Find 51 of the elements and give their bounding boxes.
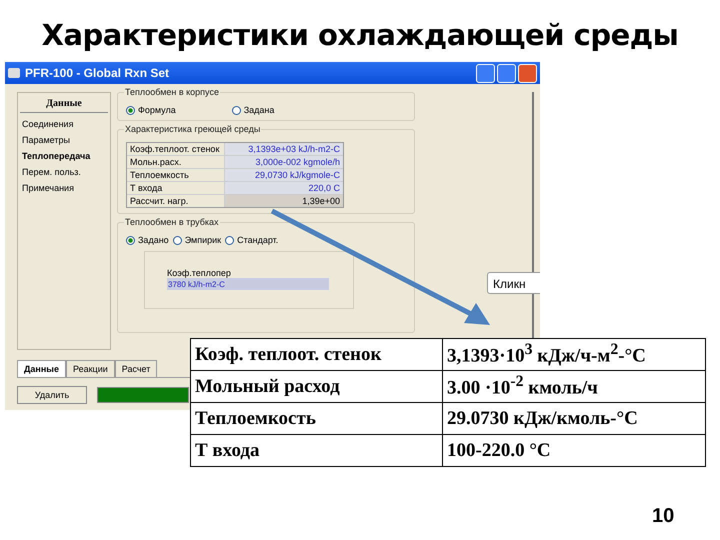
table-cell: 100-220.0 °С xyxy=(442,434,706,466)
app-icon xyxy=(8,68,20,78)
sidebar-item[interactable]: Перем. польз. xyxy=(20,164,108,180)
window-title: PFR-100 - Global Rxn Set xyxy=(25,66,170,80)
table-cell: 3.00 ·10$^{-2}$ кмоль/ч xyxy=(442,370,706,402)
input-field[interactable]: 3780 kJ/h-m2-C xyxy=(167,278,329,290)
sidebar-item[interactable]: Параметры xyxy=(20,132,108,148)
tab[interactable]: Расчет xyxy=(114,360,158,377)
sidebar-item[interactable]: Примечания xyxy=(20,180,108,196)
group-title: Характеристика греющей среды xyxy=(124,124,262,134)
radio-button[interactable] xyxy=(172,236,182,244)
table-cell: Теплоемкость xyxy=(190,402,442,434)
property-value: 1,39e+00 xyxy=(225,195,343,207)
radio-button[interactable] xyxy=(126,106,135,114)
maximize-button[interactable] xyxy=(497,64,516,82)
table-cell: Мольный расход xyxy=(190,370,442,402)
slide-title: Характеристики охлаждающей среды xyxy=(40,17,680,54)
property-label: Т входа xyxy=(127,182,224,194)
property-value[interactable]: 29,0730 kJ/kgmole-C xyxy=(225,169,343,181)
radio-button[interactable] xyxy=(232,106,241,114)
page-number: 10 xyxy=(652,505,674,528)
tab[interactable]: Данные xyxy=(17,360,66,377)
property-label: Теплоемкость xyxy=(127,169,224,181)
radio-label[interactable]: Формула xyxy=(138,105,176,115)
field-label: Коэф.теплопер xyxy=(167,268,232,278)
sidebar-heading: Данные xyxy=(20,95,108,113)
delete-button[interactable]: Удалить xyxy=(17,386,87,404)
property-value[interactable]: 3,1393e+03 kJ/h-m2-C xyxy=(225,143,343,155)
property-label: Рассчит. нагр. xyxy=(127,195,224,207)
property-label: Коэф.теплоот. стенок xyxy=(127,143,224,155)
table-cell: Т входа xyxy=(190,434,442,466)
sidebar-item[interactable]: Теплопередача xyxy=(20,148,108,164)
radio-label[interactable]: Задана xyxy=(244,105,274,115)
property-value[interactable]: 3,000e-002 kgmole/h xyxy=(225,156,343,168)
sidebar-item[interactable]: Соединения xyxy=(20,116,108,132)
radio-label[interactable]: Эмпирик xyxy=(184,235,222,245)
table-cell: 3,1393·10$^{3}$ кДж/ч-м$^{2}$-°С xyxy=(442,338,706,370)
table-cell: Коэф. теплоот. стенок xyxy=(190,338,442,370)
close-button[interactable] xyxy=(518,64,537,82)
tab[interactable]: Реакции xyxy=(66,360,115,377)
radio-button[interactable] xyxy=(225,236,234,244)
tooltip: Кликн xyxy=(487,272,540,294)
minimize-button[interactable] xyxy=(476,64,495,82)
property-value[interactable]: 220,0 C xyxy=(225,182,343,194)
table-cell: 29.0730 кДж/кмоль-°С xyxy=(442,402,706,434)
group-title: Теплообмен в корпусе xyxy=(124,87,220,97)
group-title: Теплообмен в трубках xyxy=(124,217,220,227)
radio-button[interactable] xyxy=(126,236,135,244)
radio-label[interactable]: Стандарт. xyxy=(237,235,278,245)
property-label: Мольн.расх. xyxy=(127,156,224,168)
radio-label[interactable]: Задано xyxy=(138,235,169,245)
